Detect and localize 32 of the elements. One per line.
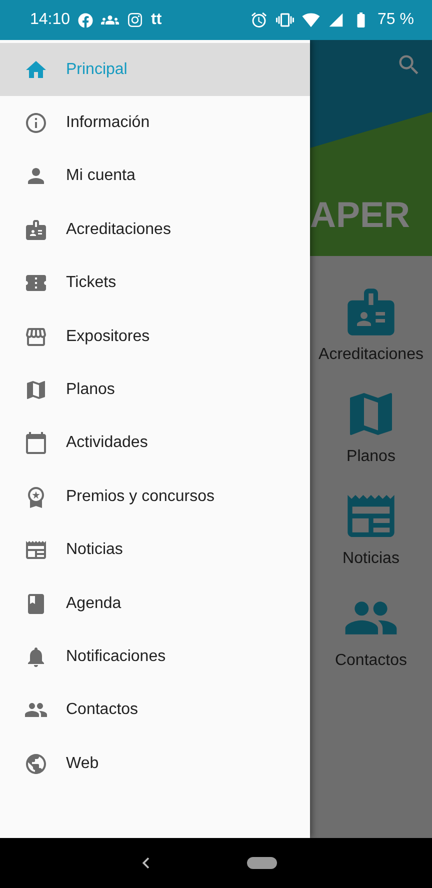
instagram-icon bbox=[127, 12, 144, 28]
drawer-item[interactable]: Actividades bbox=[0, 416, 310, 470]
drawer-item[interactable]: Agenda bbox=[0, 576, 310, 630]
drawer-item[interactable]: Acreditaciones bbox=[0, 203, 310, 257]
drawer-item[interactable]: Noticias bbox=[0, 524, 310, 577]
facebook-icon bbox=[78, 12, 94, 28]
info-icon bbox=[24, 111, 48, 136]
tile-label[interactable]: Contactos bbox=[334, 652, 408, 670]
logo-text: APER bbox=[310, 197, 410, 233]
drawer-item[interactable]: Contactos bbox=[0, 684, 310, 738]
tile-label[interactable]: Planos bbox=[346, 448, 396, 466]
drawer-item[interactable]: Notificaciones bbox=[0, 630, 310, 684]
drawer-item[interactable]: Premios y concursos bbox=[0, 470, 310, 524]
badge-icon bbox=[24, 218, 48, 242]
app-label: tt bbox=[151, 11, 162, 29]
battery-level: 75 % bbox=[378, 11, 414, 29]
drawer-item[interactable]: Información bbox=[0, 96, 310, 150]
tile-label[interactable]: Noticias bbox=[342, 550, 400, 568]
drawer-item[interactable]: Tickets bbox=[0, 256, 310, 310]
tile-label[interactable]: Acreditaciones bbox=[318, 346, 424, 364]
drawer-item[interactable]: Web bbox=[0, 737, 310, 790]
vibrate-icon bbox=[276, 11, 294, 29]
drawer-item[interactable]: Mi cuenta bbox=[0, 150, 310, 204]
globe-icon bbox=[24, 752, 48, 776]
alarm-icon bbox=[250, 11, 268, 29]
home-button[interactable] bbox=[247, 857, 277, 869]
signal-icon bbox=[328, 12, 344, 28]
drawer-item[interactable]: Planos bbox=[0, 363, 310, 417]
drawer-item[interactable]: Expositores bbox=[0, 310, 310, 364]
clock: 14:10 bbox=[30, 11, 70, 29]
wifi-icon bbox=[302, 11, 320, 29]
calendar-icon bbox=[24, 431, 48, 456]
